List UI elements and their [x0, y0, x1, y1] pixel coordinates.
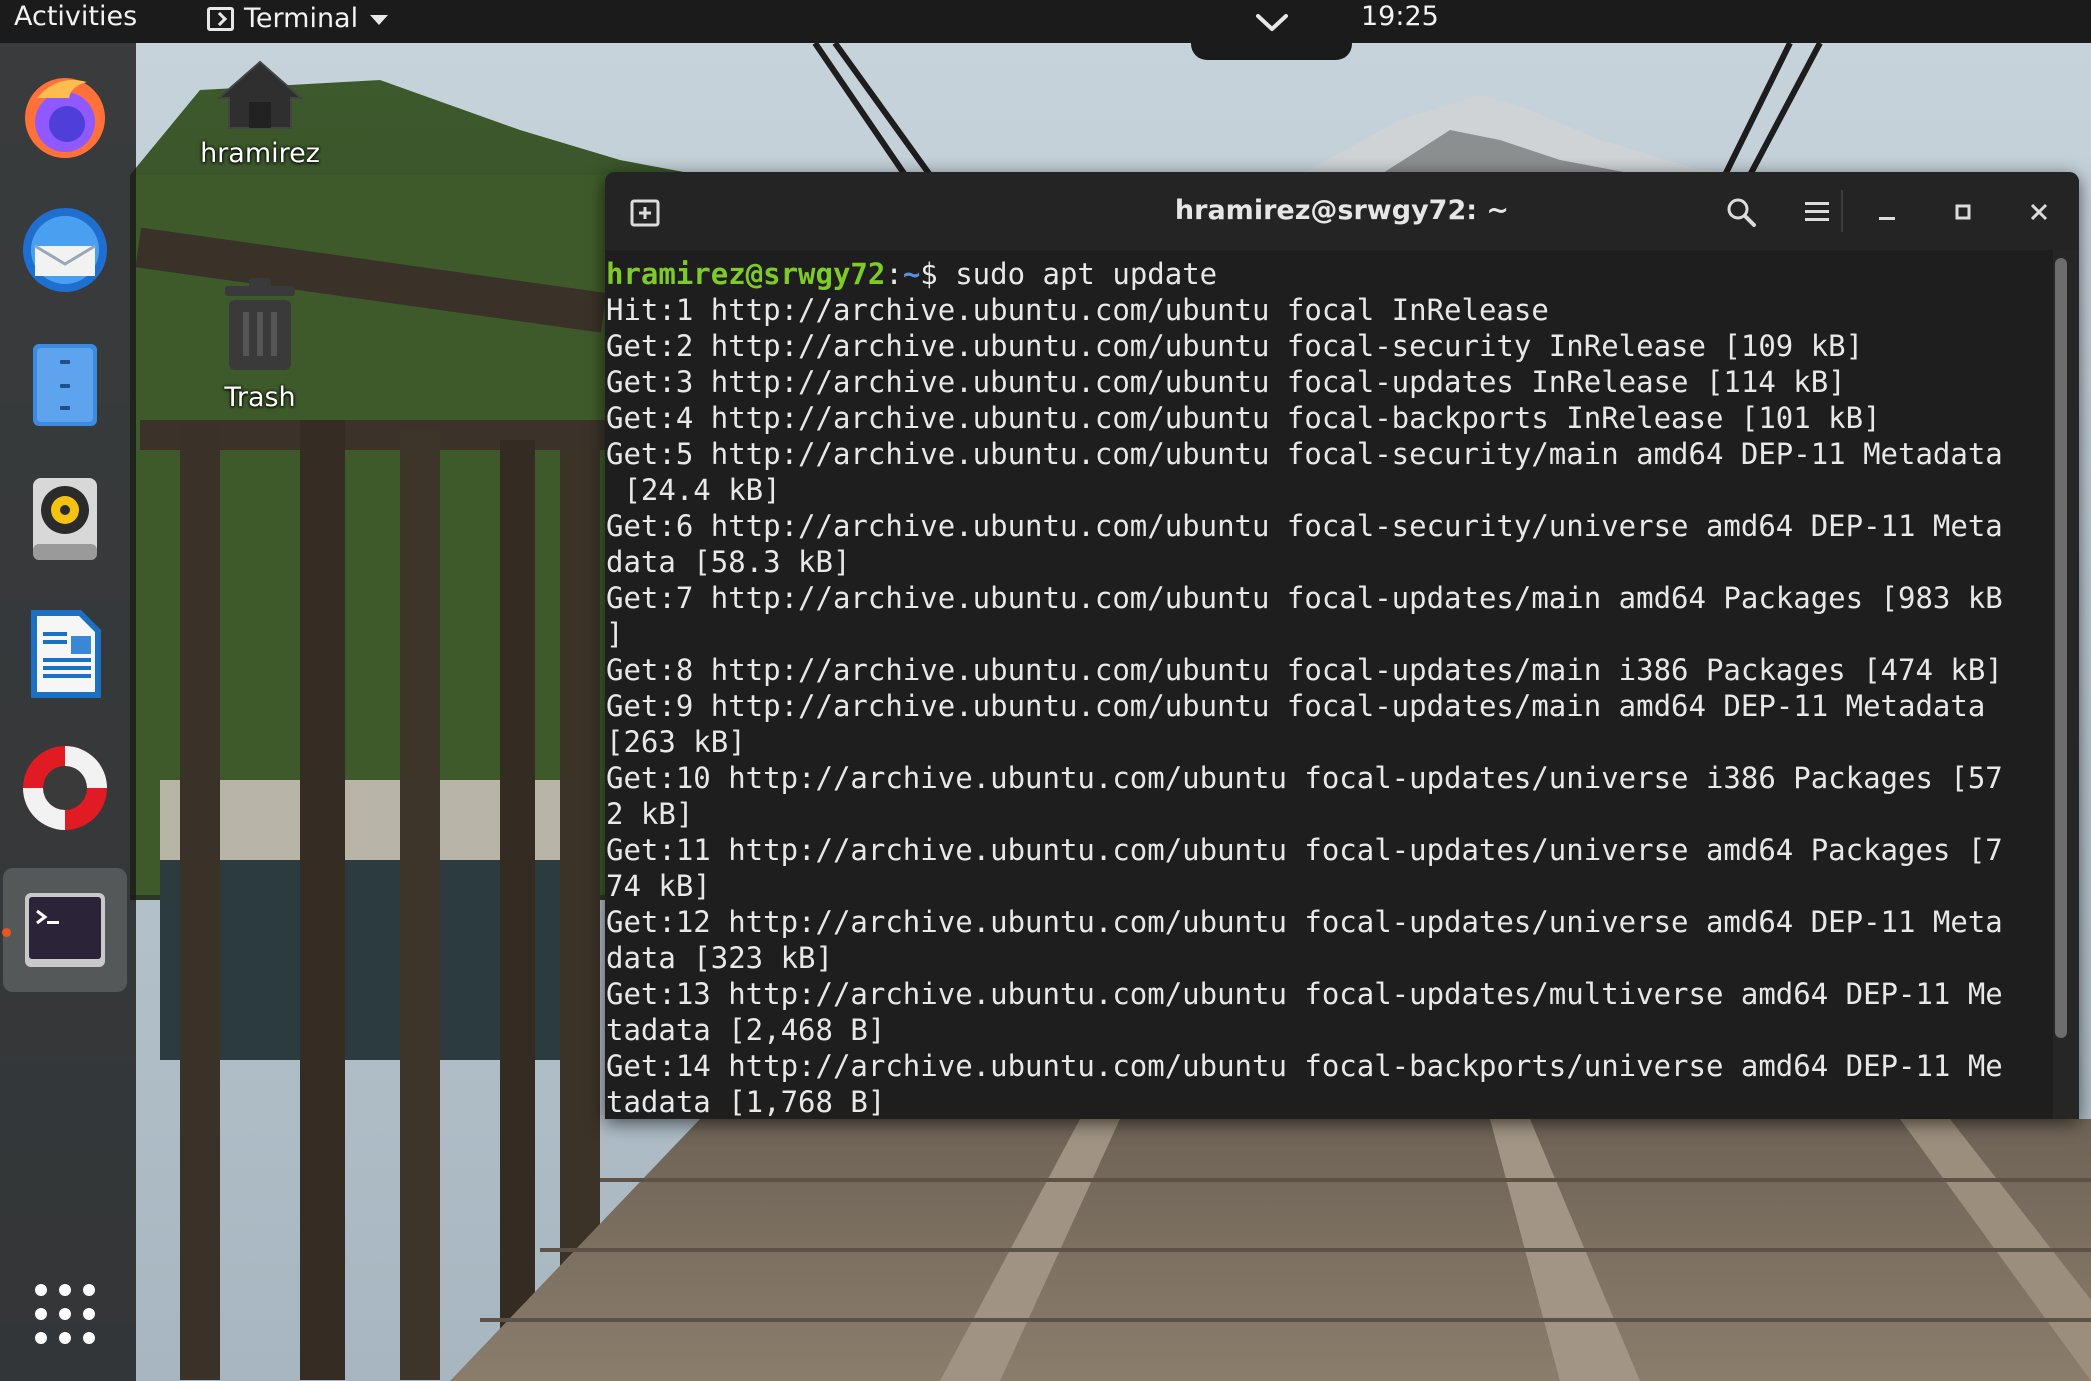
maximize-icon	[1955, 204, 1971, 220]
terminal-icon	[25, 893, 105, 967]
output-line: Get:6 http://archive.ubuntu.com/ubuntu f…	[606, 509, 2003, 543]
trash-label: Trash	[224, 382, 296, 413]
files-icon	[33, 344, 97, 426]
prompt-path: ~	[902, 257, 921, 291]
rhythmbox-icon	[33, 478, 97, 560]
prompt-separator: :	[885, 257, 903, 291]
output-line: data [58.3 kB]	[606, 545, 851, 579]
output-line: Get:13 http://archive.ubuntu.com/ubuntu …	[606, 977, 2003, 1011]
output-line: data [323 kB]	[606, 941, 833, 975]
command-text: sudo apt update	[955, 257, 1218, 291]
help-icon	[23, 746, 107, 830]
firefox-icon	[25, 78, 105, 158]
terminal-output[interactable]: hramirez@srwgy72:~$ sudo apt update Hit:…	[605, 250, 2053, 1119]
dock-terminal[interactable]	[3, 868, 127, 992]
dock-rhythmbox[interactable]	[3, 457, 127, 581]
minimize-button[interactable]	[1867, 192, 1907, 232]
output-line: [24.4 kB]	[606, 473, 781, 507]
dock	[0, 43, 136, 1381]
thunderbird-icon	[23, 208, 107, 292]
dock-help[interactable]	[3, 726, 127, 850]
trash-icon	[225, 278, 295, 370]
output-line: tadata [1,768 B]	[606, 1085, 886, 1119]
dock-files[interactable]	[3, 323, 127, 447]
close-button[interactable]	[2019, 192, 2059, 232]
window-title: hramirez@srwgy72: ~	[1174, 195, 1510, 226]
prompt-line: hramirez@srwgy72:~$ sudo apt update	[606, 257, 1217, 291]
output-line: Get:9 http://archive.ubuntu.com/ubuntu f…	[606, 689, 1986, 723]
show-applications-icon	[35, 1284, 95, 1344]
trash-desktop-icon[interactable]: Trash	[180, 278, 340, 413]
terminal-window: hramirez@srwgy72: ~ hramirez@srwgy72:~$ …	[605, 172, 2079, 1119]
dock-show-applications[interactable]	[3, 1252, 127, 1376]
clock[interactable]: 19:25	[1361, 0, 1439, 37]
running-indicator	[2, 928, 11, 937]
titlebar-separator	[1841, 190, 1843, 232]
libreoffice-writer-icon	[31, 610, 101, 698]
chevron-down-icon	[1256, 14, 1288, 31]
hamburger-menu-icon	[1805, 202, 1829, 221]
output-line: Get:10 http://archive.ubuntu.com/ubuntu …	[606, 761, 2003, 795]
dropdown-tab[interactable]	[1191, 0, 1352, 60]
output-line: ]	[606, 617, 624, 651]
output-line: Get:4 http://archive.ubuntu.com/ubuntu f…	[606, 401, 1881, 435]
search-icon	[1727, 198, 1756, 227]
home-folder-label: hramirez	[200, 138, 320, 169]
output-line: tadata [2,468 B]	[606, 1013, 886, 1047]
terminal-titlebar[interactable]: hramirez@srwgy72: ~	[605, 172, 2079, 250]
terminal-text: hramirez@srwgy72:~$ sudo apt update Hit:…	[605, 256, 2053, 1119]
maximize-button[interactable]	[1943, 192, 1983, 232]
output-line: Hit:1 http://archive.ubuntu.com/ubuntu f…	[606, 293, 1549, 327]
output-line: [263 kB]	[606, 725, 746, 759]
output-line: Get:8 http://archive.ubuntu.com/ubuntu f…	[606, 653, 2003, 687]
prompt-symbol: $	[920, 257, 956, 291]
search-button[interactable]	[1721, 192, 1761, 232]
output-line: Get:7 http://archive.ubuntu.com/ubuntu f…	[606, 581, 2003, 615]
home-folder-icon[interactable]: hramirez	[180, 58, 340, 169]
top-bar: Activities Terminal 19:25	[0, 0, 2091, 43]
app-menu-button[interactable]: Terminal	[207, 0, 389, 37]
output-line: Get:3 http://archive.ubuntu.com/ubuntu f…	[606, 365, 1846, 399]
output-line: Get:11 http://archive.ubuntu.com/ubuntu …	[606, 833, 2003, 867]
dock-thunderbird[interactable]	[3, 188, 127, 312]
output-line: Get:12 http://archive.ubuntu.com/ubuntu …	[606, 905, 2003, 939]
new-tab-icon	[630, 199, 660, 227]
output-line: Get:2 http://archive.ubuntu.com/ubuntu f…	[606, 329, 1864, 363]
minimize-icon	[1879, 217, 1895, 220]
dock-firefox[interactable]	[3, 54, 127, 178]
prompt-user: hramirez@srwgy72	[606, 257, 886, 291]
terminal-small-icon	[207, 6, 234, 31]
command-output: Hit:1 http://archive.ubuntu.com/ubuntu f…	[606, 293, 2003, 1119]
menu-button[interactable]	[1797, 192, 1837, 232]
app-menu-label: Terminal	[244, 3, 359, 34]
output-line: Get:14 http://archive.ubuntu.com/ubuntu …	[606, 1049, 2003, 1083]
output-line: 74 kB]	[606, 869, 711, 903]
scrollbar-thumb[interactable]	[2055, 258, 2067, 1038]
close-icon	[2030, 203, 2048, 221]
caret-down-icon	[370, 14, 389, 25]
output-line: Get:5 http://archive.ubuntu.com/ubuntu f…	[606, 437, 2003, 471]
output-line: 2 kB]	[606, 797, 694, 831]
dock-libreoffice-writer[interactable]	[3, 592, 127, 716]
home-icon	[216, 60, 304, 129]
activities-button[interactable]: Activities	[14, 0, 137, 37]
new-tab-button[interactable]	[625, 192, 665, 232]
